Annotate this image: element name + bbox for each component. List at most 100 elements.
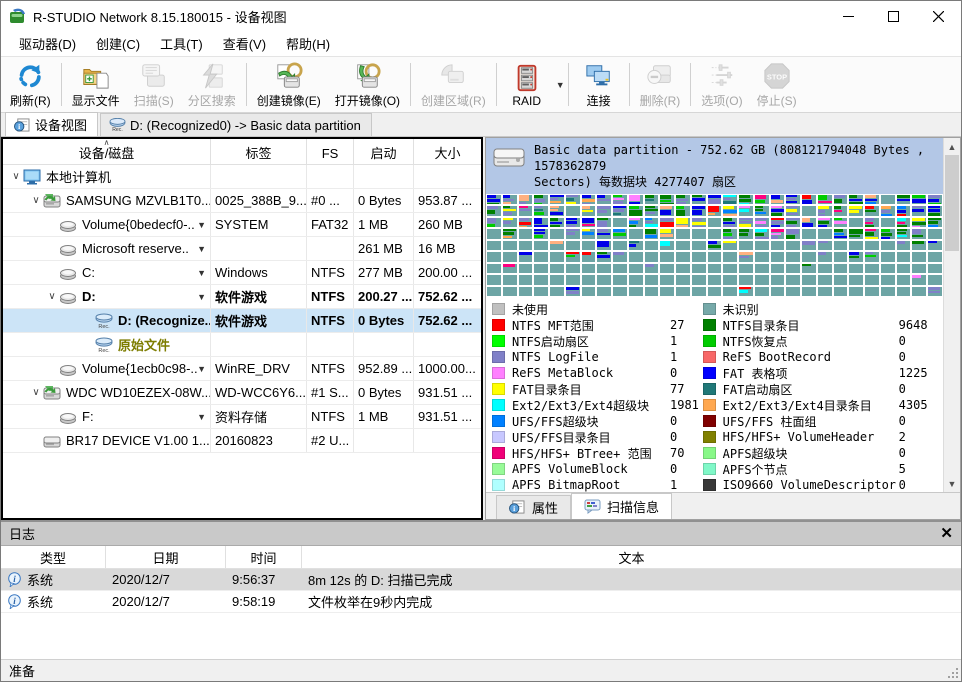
scan-block[interactable] — [566, 206, 580, 215]
scan-block[interactable] — [613, 264, 627, 273]
scan-block[interactable] — [849, 229, 863, 238]
scan-block[interactable] — [755, 275, 769, 284]
scan-block[interactable] — [676, 206, 690, 215]
scan-block[interactable] — [503, 241, 517, 250]
scan-block[interactable] — [881, 195, 895, 204]
scan-block[interactable] — [786, 241, 800, 250]
scan-block[interactable] — [645, 206, 659, 215]
scan-block[interactable] — [771, 229, 785, 238]
scan-block[interactable] — [534, 264, 548, 273]
scan-block[interactable] — [487, 264, 501, 273]
scan-block[interactable] — [786, 229, 800, 238]
scan-block[interactable] — [865, 218, 879, 227]
scan-block[interactable] — [566, 241, 580, 250]
column-header-label[interactable]: 标签 — [211, 139, 307, 164]
scan-block[interactable] — [487, 287, 501, 296]
maximize-button[interactable] — [871, 1, 916, 31]
scan-block[interactable] — [582, 195, 596, 204]
scan-block[interactable] — [550, 229, 564, 238]
scan-block[interactable] — [928, 252, 942, 261]
scan-block[interactable] — [660, 241, 674, 250]
scan-block[interactable] — [928, 275, 942, 284]
device-tree-row[interactable]: Rec.D: (Recognize...软件游戏NTFS0 Bytes752.6… — [3, 309, 481, 333]
scan-block[interactable] — [566, 229, 580, 238]
scan-block[interactable] — [534, 229, 548, 238]
scan-block[interactable] — [818, 275, 832, 284]
scrollbar-thumb[interactable] — [945, 155, 959, 251]
scan-block[interactable] — [597, 206, 611, 215]
scan-block[interactable] — [928, 195, 942, 204]
scroll-down-icon[interactable]: ▼ — [944, 475, 960, 492]
scan-block[interactable] — [708, 229, 722, 238]
scan-block[interactable] — [708, 275, 722, 284]
scan-block[interactable] — [519, 252, 533, 261]
scan-block[interactable] — [881, 264, 895, 273]
scan-block[interactable] — [912, 195, 926, 204]
scan-block[interactable] — [660, 275, 674, 284]
scan-block[interactable] — [881, 287, 895, 296]
scan-block[interactable] — [755, 287, 769, 296]
scan-block-map[interactable] — [487, 195, 942, 296]
scan-block[interactable] — [692, 229, 706, 238]
scan-block[interactable] — [645, 241, 659, 250]
scan-block[interactable] — [771, 218, 785, 227]
scan-block[interactable] — [881, 218, 895, 227]
scan-block[interactable] — [503, 252, 517, 261]
scan-block[interactable] — [739, 229, 753, 238]
close-button[interactable] — [916, 1, 961, 31]
expander-icon[interactable]: ∨ — [29, 387, 43, 398]
scan-block[interactable] — [865, 195, 879, 204]
scan-block[interactable] — [692, 287, 706, 296]
scan-block[interactable] — [503, 218, 517, 227]
scan-block[interactable] — [739, 275, 753, 284]
scan-block[interactable] — [660, 206, 674, 215]
scan-block[interactable] — [519, 206, 533, 215]
scan-block[interactable] — [739, 195, 753, 204]
scan-block[interactable] — [550, 287, 564, 296]
scan-block[interactable] — [865, 275, 879, 284]
scan-block[interactable] — [723, 218, 737, 227]
scan-block[interactable] — [928, 206, 942, 215]
tab-scan-information[interactable]: 扫描信息 — [571, 493, 672, 519]
scan-block[interactable] — [566, 287, 580, 296]
scan-block[interactable] — [739, 264, 753, 273]
row-dropdown-icon[interactable]: ▼ — [197, 364, 206, 374]
scan-block[interactable] — [928, 229, 942, 238]
scan-block[interactable] — [881, 241, 895, 250]
menu-help[interactable]: 帮助(H) — [276, 31, 340, 56]
scan-block[interactable] — [755, 252, 769, 261]
scan-block[interactable] — [692, 195, 706, 204]
device-tree-row[interactable]: ∨WDC WD10EZEX-08W...WD-WCC6Y6...#1 S...0… — [3, 381, 481, 405]
scan-block[interactable] — [660, 252, 674, 261]
scan-block[interactable] — [676, 275, 690, 284]
scan-block[interactable] — [534, 206, 548, 215]
scan-block[interactable] — [881, 229, 895, 238]
scan-block[interactable] — [708, 252, 722, 261]
scan-block[interactable] — [755, 206, 769, 215]
scan-block[interactable] — [834, 275, 848, 284]
scan-block[interactable] — [534, 252, 548, 261]
toolbar-button-connect[interactable]: 连接 — [572, 58, 626, 111]
scan-block[interactable] — [582, 229, 596, 238]
device-tree-row[interactable]: F:▼资料存储NTFS1 MB931.51 ... — [3, 405, 481, 429]
device-tree-row[interactable]: ∨本地计算机 — [3, 165, 481, 189]
scan-block[interactable] — [487, 218, 501, 227]
scan-block[interactable] — [802, 287, 816, 296]
scan-block[interactable] — [692, 206, 706, 215]
scan-block[interactable] — [613, 229, 627, 238]
scan-block[interactable] — [487, 206, 501, 215]
tab-recognized-partition[interactable]: Rec. D: (Recognized0) -> Basic data part… — [100, 113, 372, 136]
scan-block[interactable] — [834, 287, 848, 296]
scan-block[interactable] — [818, 241, 832, 250]
scan-block[interactable] — [786, 264, 800, 273]
scan-block[interactable] — [912, 264, 926, 273]
scan-block[interactable] — [629, 252, 643, 261]
column-header-size[interactable]: 大小 — [414, 139, 481, 164]
scan-block[interactable] — [865, 206, 879, 215]
scan-block[interactable] — [692, 252, 706, 261]
scan-block[interactable] — [692, 218, 706, 227]
scan-block[interactable] — [786, 287, 800, 296]
scan-block[interactable] — [534, 275, 548, 284]
scan-block[interactable] — [897, 275, 911, 284]
scan-block[interactable] — [692, 264, 706, 273]
